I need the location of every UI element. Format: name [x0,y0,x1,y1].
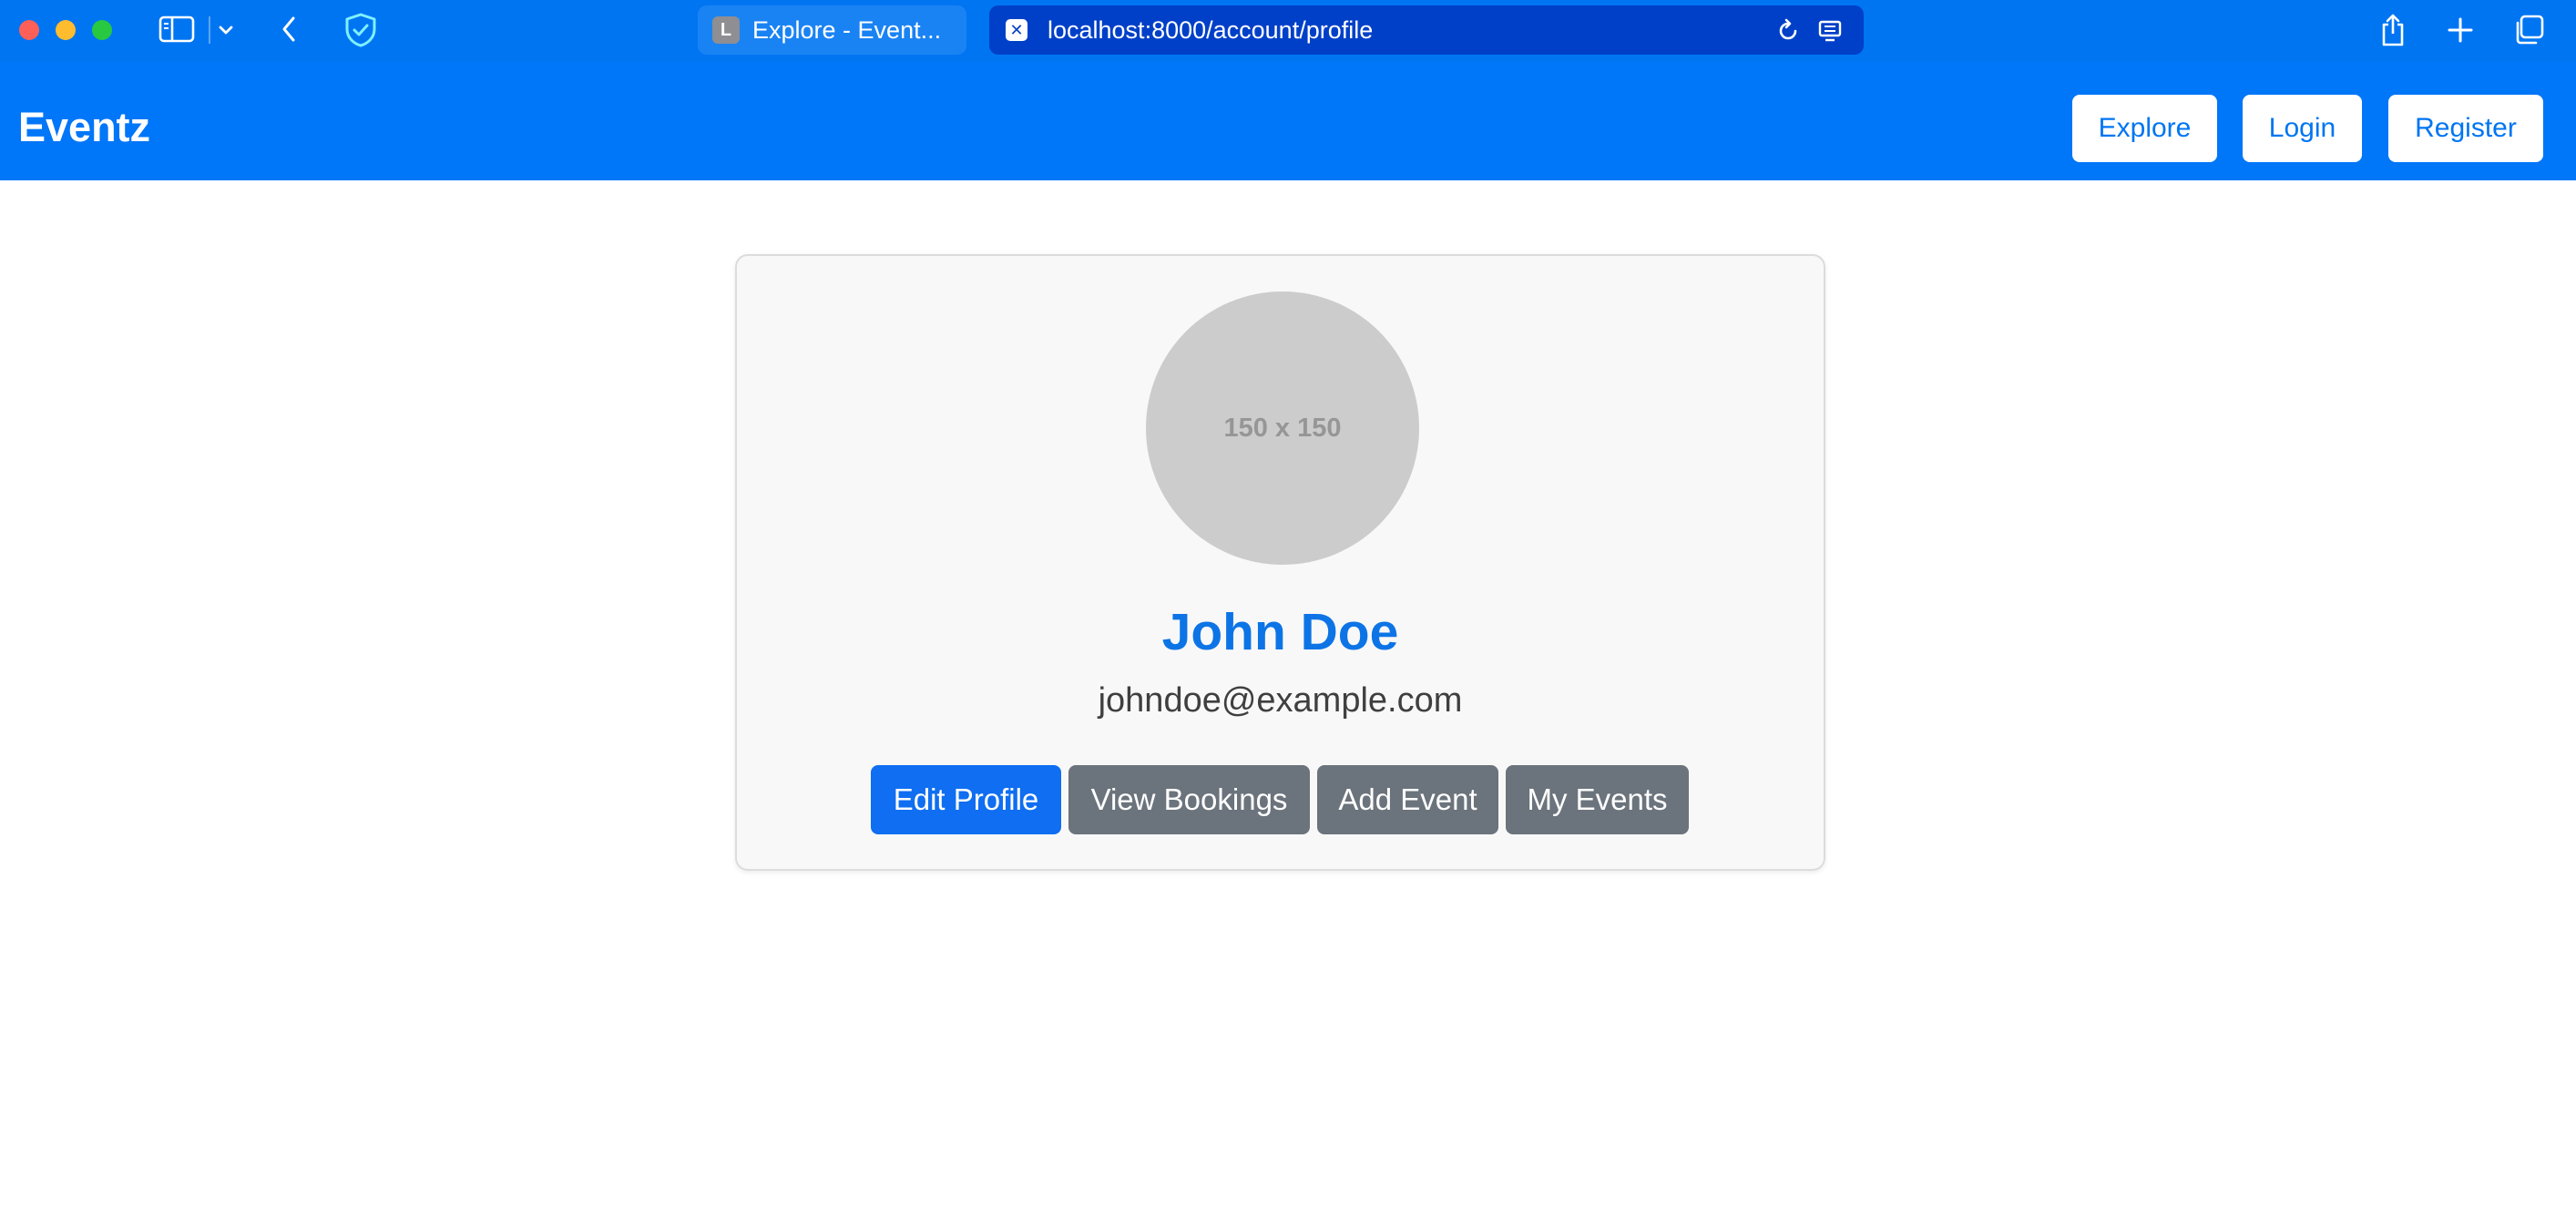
tab-title: Explore - Event... [752,15,942,44]
site-favicon: ✕ [1006,19,1027,41]
minimize-window-button[interactable] [56,20,76,40]
avatar-placeholder-label: 150 x 150 [1223,413,1342,443]
zoom-window-button[interactable] [92,20,112,40]
tabs-overview-icon[interactable] [2510,11,2547,49]
register-button[interactable]: Register [2388,95,2543,162]
tab-favicon: L [712,16,740,44]
avatar: 150 x 150 [1146,291,1419,565]
address-url[interactable]: localhost:8000/account/profile [1048,16,1373,45]
shield-icon[interactable] [341,11,381,49]
reload-icon[interactable] [1774,17,1802,49]
my-events-button[interactable]: My Events [1506,765,1689,834]
login-button[interactable]: Login [2243,95,2362,162]
address-bar[interactable]: ✕ localhost:8000/account/profile [989,5,1864,55]
reader-icon[interactable] [1816,17,1844,49]
profile-name: John Doe [1161,603,1399,661]
profile-card: 150 x 150 John Doe johndoe@example.com E… [735,254,1825,871]
profile-actions: Edit Profile View Bookings Add Event My … [871,765,1696,834]
tab-explore[interactable]: L Explore - Event... [698,5,966,55]
close-window-button[interactable] [19,20,39,40]
browser-toolbar: L Explore - Event... ✕ localhost:8000/ac… [0,0,2576,62]
new-tab-icon[interactable] [2442,12,2479,48]
toolbar-divider [209,16,210,44]
view-bookings-button[interactable]: View Bookings [1068,765,1310,834]
add-event-button[interactable]: Add Event [1317,765,1498,834]
edit-profile-button[interactable]: Edit Profile [871,765,1061,834]
sidebar-icon[interactable] [157,13,197,46]
chevron-down-icon[interactable] [215,16,237,44]
profile-email: johndoe@example.com [1098,681,1463,720]
explore-button[interactable]: Explore [2072,95,2217,162]
site-navbar: Eventz Explore Login Register [0,62,2576,180]
share-icon[interactable] [2375,9,2411,51]
back-icon[interactable] [276,13,302,46]
brand-logo[interactable]: Eventz [18,102,150,153]
